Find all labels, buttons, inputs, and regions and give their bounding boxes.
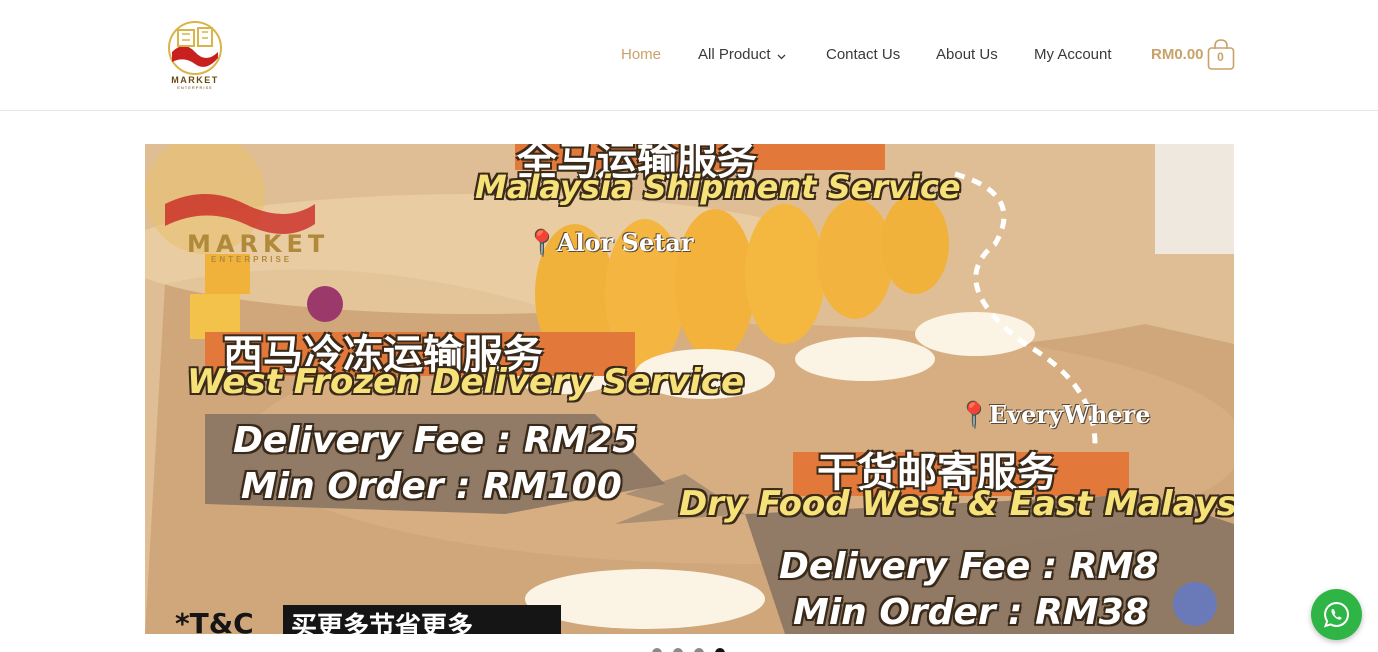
cart-total[interactable]: RM0.00	[1151, 46, 1204, 63]
nav-my-account[interactable]: My Account	[1034, 46, 1112, 68]
slider-dot-4[interactable]	[715, 648, 725, 652]
nav-home[interactable]: Home	[621, 46, 661, 68]
west-delivery-fee: Delivery Fee : RM25	[233, 420, 638, 461]
west-min-order: Min Order : RM100	[241, 466, 622, 507]
terms-cn-text: 买更多节省更多	[291, 612, 474, 634]
chevron-down-icon	[777, 47, 786, 64]
west-en-text: West Frozen Delivery Service	[187, 362, 745, 402]
location-pin-icon: 📍	[959, 400, 989, 429]
site-header: MARKET ENTERPRISE Home All Product Conta…	[0, 0, 1378, 111]
nav-contact-us[interactable]: Contact Us	[826, 46, 900, 68]
slider-dot-3[interactable]	[694, 648, 704, 652]
nav-about-us[interactable]: About Us	[936, 46, 998, 68]
shipment-en-text: Malaysia Shipment Service	[475, 168, 961, 206]
location-everywhere-text: EveryWhere	[988, 400, 1151, 429]
nav-all-product[interactable]: All Product	[698, 46, 786, 68]
nav-all-product-label: All Product	[698, 46, 771, 63]
location-alor-setar: 📍Alor Setar	[527, 228, 694, 257]
slide-logo-text: MARKET	[187, 230, 330, 258]
location-pin-icon: 📍	[527, 228, 557, 257]
terms-text: *T&C	[175, 607, 254, 634]
location-everywhere: 📍EveryWhere	[959, 400, 1151, 429]
logo-subtext: ENTERPRISE	[177, 85, 213, 90]
market-logo-icon	[168, 21, 222, 75]
hero-slider[interactable]: MARKET ENTERPRISE 全马运输服务 Malaysia Shipme…	[145, 144, 1234, 634]
whatsapp-icon	[1323, 601, 1349, 628]
cart-count: 0	[1217, 50, 1224, 64]
dry-delivery-fee: Delivery Fee : RM8	[779, 546, 1159, 587]
dry-en-text: Dry Food West & East Malaysia	[679, 484, 1234, 524]
site-logo[interactable]: MARKET ENTERPRISE	[164, 18, 226, 92]
slide-logo-subtext: ENTERPRISE	[211, 255, 293, 264]
dry-min-order: Min Order : RM38	[793, 592, 1149, 633]
logo-text: MARKET	[171, 75, 219, 85]
slider-dot-1[interactable]	[652, 648, 662, 652]
whatsapp-button[interactable]	[1311, 589, 1362, 640]
slider-dot-2[interactable]	[673, 648, 683, 652]
location-alor-setar-text: Alor Setar	[556, 228, 694, 257]
